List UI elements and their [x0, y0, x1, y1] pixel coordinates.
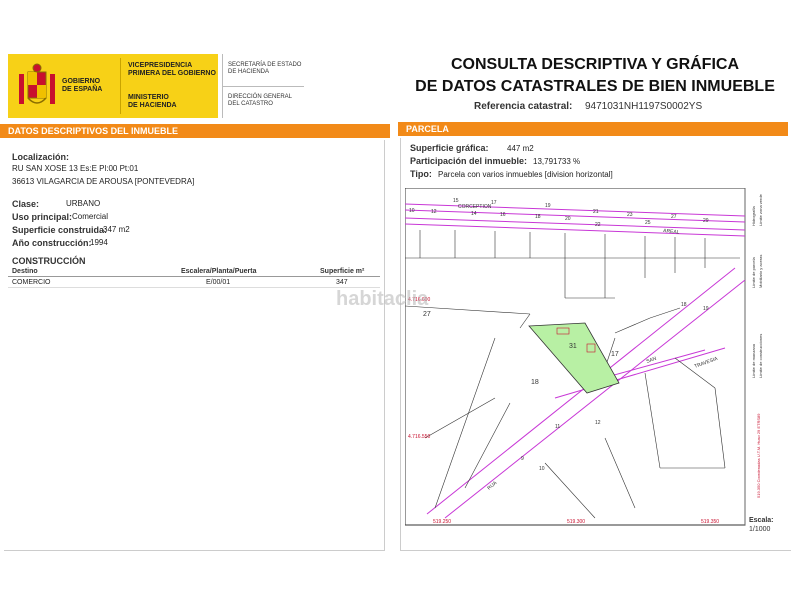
- secretaria-text: SECRETARÍA DE ESTADO DE HACIENDA: [228, 62, 302, 75]
- gobierno-text: GOBIERNO DE ESPAÑA: [62, 78, 103, 93]
- uso-label: Uso principal:: [12, 212, 73, 222]
- svg-text:18: 18: [681, 302, 687, 308]
- coord-y2: 4.716.550: [408, 434, 430, 440]
- superficie-value: 347 m2: [103, 225, 130, 234]
- vicepresidencia-text: VICEPRESIDENCIA PRIMERA DEL GOBIERNO: [128, 62, 216, 77]
- parcel-number-17: 17: [611, 351, 619, 358]
- localizacion-line1: RU SAN XOSE 13 Es:E Pl:00 Pt:01: [12, 164, 139, 173]
- localizacion-line2: 36613 VILAGARCIA DE AROUSA [PONTEVEDRA]: [12, 177, 195, 186]
- escala-label: Escala:: [749, 517, 774, 524]
- participacion-label: Participación del inmueble:: [410, 156, 528, 166]
- svg-text:12: 12: [431, 209, 437, 215]
- legend-item-3: Hidrografía: [751, 205, 756, 226]
- ministerio-text: MINISTERIO DE HACIENDA: [128, 94, 177, 109]
- coat-of-arms-icon: [19, 63, 55, 104]
- parcel-number-18: 18: [531, 379, 539, 386]
- table-cell-escalera: E/00/01: [206, 279, 231, 286]
- section-bar-descriptivos: DATOS DESCRIPTIVOS DEL INMUEBLE: [0, 124, 390, 138]
- table-header-escalera: Escalera/Planta/Puerta: [181, 268, 257, 275]
- svg-text:10: 10: [539, 466, 545, 472]
- coord-x2: 519.300: [567, 519, 585, 525]
- section-bar-parcela: PARCELA: [398, 122, 788, 136]
- legend-item-6: Límite de construcciones: [758, 334, 763, 378]
- svg-text:23: 23: [627, 212, 633, 218]
- sup-grafica-value: 447 m2: [507, 144, 534, 153]
- coord-x3: 519.350: [701, 519, 719, 525]
- utm-note: 519.350 Coordenadas U.T.M. Huso 29 ETRS8…: [756, 413, 761, 498]
- clase-value: URBANO: [66, 199, 101, 208]
- svg-text:17: 17: [491, 200, 497, 206]
- coord-x1: 519.250: [433, 519, 451, 525]
- uso-value: Comercial: [72, 212, 109, 221]
- svg-text:10: 10: [409, 208, 415, 214]
- svg-text:12: 12: [595, 420, 601, 426]
- ref-label: Referencia catastral:: [474, 101, 573, 112]
- table-header-superficie: Superficie m²: [320, 268, 365, 275]
- left-panel: [4, 140, 385, 551]
- ref-value: 9471031NH1197S0002YS: [585, 101, 703, 112]
- watermark-text: habitaclia: [336, 288, 429, 310]
- svg-text:29: 29: [703, 218, 709, 224]
- table-row-divider: [8, 287, 380, 288]
- localizacion-label: Localización:: [12, 152, 70, 162]
- svg-text:14: 14: [471, 211, 477, 217]
- cadastral-map: CORCEPTION AREAL SAN TRAVESIA RUA 27 31 …: [405, 188, 763, 526]
- map-street-top: CORCEPTION: [458, 204, 492, 210]
- superficie-label: Superficie construida:: [12, 225, 108, 235]
- parcel-number-31: 31: [569, 343, 577, 350]
- participacion-value: 13,791733 %: [533, 157, 581, 166]
- svg-text:20: 20: [565, 216, 571, 222]
- page-title-line1: CONSULTA DESCRIPTIVA Y GRÁFICA: [450, 56, 739, 73]
- escala-value: 1/1000: [749, 526, 771, 533]
- svg-text:15: 15: [453, 198, 459, 204]
- svg-text:19: 19: [703, 306, 709, 312]
- tipo-label: Tipo:: [410, 169, 432, 179]
- legend-item-2: Mobiliario y aceras: [758, 255, 763, 288]
- parcel-number-27: 27: [423, 311, 431, 318]
- svg-text:22: 22: [595, 222, 601, 228]
- table-header-divider: [8, 276, 380, 277]
- tipo-value: Parcela con varios inmuebles [division h…: [438, 170, 613, 179]
- svg-text:18: 18: [535, 214, 541, 220]
- svg-text:25: 25: [645, 220, 651, 226]
- svg-text:16: 16: [500, 212, 506, 218]
- sup-grafica-label: Superficie gráfica:: [410, 143, 489, 153]
- clase-label: Clase:: [12, 199, 40, 209]
- legend-item-4: Límite zona verde: [758, 193, 763, 226]
- svg-text:21: 21: [593, 209, 599, 215]
- table-header-destino: Destino: [12, 268, 38, 275]
- table-cell-superficie: 347: [336, 279, 348, 286]
- svg-text:19: 19: [545, 203, 551, 209]
- svg-text:9: 9: [521, 456, 524, 462]
- direccion-text: DIRECCIÓN GENERAL DEL CATASTRO: [228, 94, 293, 107]
- svg-text:11: 11: [555, 424, 560, 430]
- svg-text:27: 27: [671, 214, 677, 220]
- legend-item-5: Límite de manzana: [751, 343, 756, 378]
- construccion-title: CONSTRUCCIÓN: [12, 256, 86, 266]
- logo-divider: [120, 58, 121, 114]
- legend-item-1: Límite de parcela: [751, 257, 756, 288]
- secretaria-divider: [222, 86, 304, 87]
- anio-value: 1994: [90, 238, 108, 247]
- table-cell-destino: COMERCIO: [12, 279, 51, 286]
- page-title-line2: DE DATOS CATASTRALES DE BIEN INMUEBLE: [415, 78, 775, 95]
- anio-label: Año construcción:: [12, 238, 92, 248]
